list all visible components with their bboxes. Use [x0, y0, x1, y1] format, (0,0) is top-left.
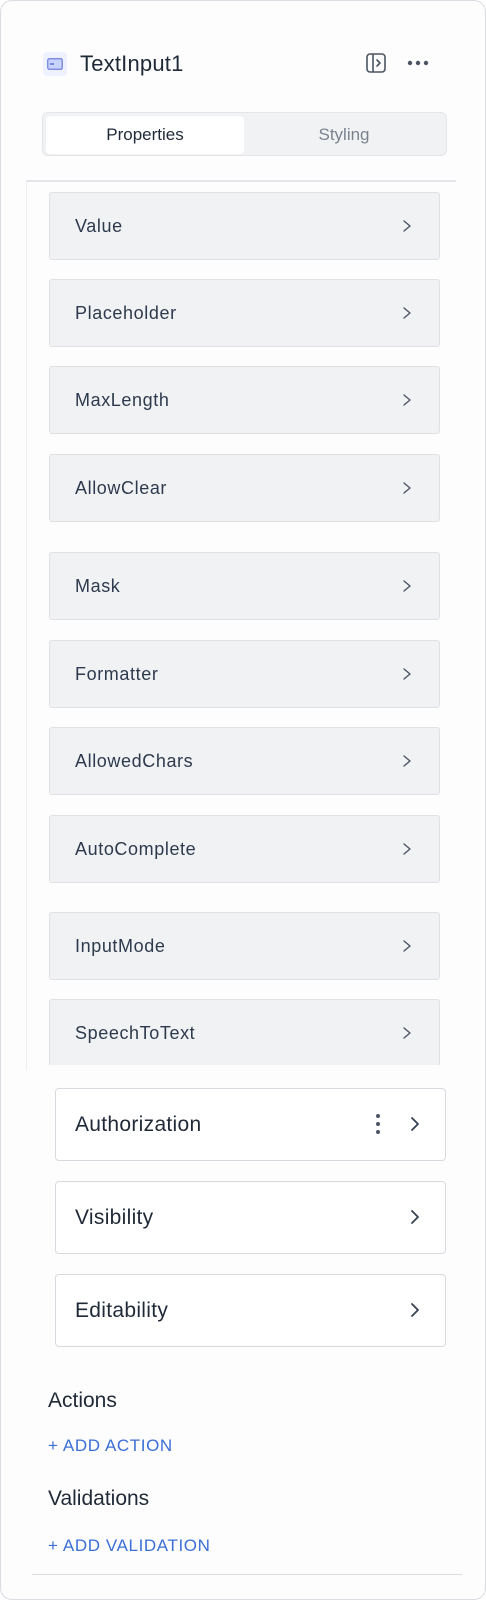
actions-title: Actions	[48, 1389, 117, 1412]
chevron-right-icon	[403, 755, 411, 767]
property-row-allowclear[interactable]: AllowClear	[49, 454, 440, 522]
card-label: Visibility	[75, 1206, 154, 1229]
property-row-allowedchars[interactable]: AllowedChars	[49, 727, 440, 795]
chevron-right-icon	[403, 1027, 411, 1039]
property-row-mask[interactable]: Mask	[49, 552, 440, 620]
chevron-right-icon	[411, 1303, 419, 1317]
property-label: Placeholder	[75, 303, 177, 323]
property-label: InputMode	[75, 936, 166, 956]
chevron-right-icon	[411, 1210, 419, 1224]
component-title: TextInput1	[80, 51, 184, 76]
validations-title: Validations	[48, 1487, 150, 1510]
properties-panel: TextInput1 Properties Styling Value Plac…	[0, 0, 486, 1600]
property-label: Value	[75, 216, 123, 236]
card-label: Editability	[75, 1299, 169, 1322]
chevron-right-icon	[403, 307, 411, 319]
panel-header: TextInput1	[41, 45, 441, 81]
chevron-right-icon	[403, 580, 411, 592]
more-vertical-icon[interactable]	[375, 1113, 381, 1135]
property-label: AutoComplete	[75, 839, 197, 859]
card-authorization[interactable]: Authorization	[55, 1088, 446, 1161]
property-row-placeholder[interactable]: Placeholder	[49, 279, 440, 347]
card-label: Authorization	[75, 1113, 202, 1136]
property-row-autocomplete[interactable]: AutoComplete	[49, 815, 440, 883]
text-input-component-icon	[43, 52, 67, 76]
property-row-formatter[interactable]: Formatter	[49, 640, 440, 708]
tab-styling[interactable]: Styling	[245, 116, 443, 154]
dock-panel-icon[interactable]	[363, 50, 389, 76]
property-label: AllowClear	[75, 478, 168, 498]
card-editability[interactable]: Editability	[55, 1274, 446, 1347]
tab-properties[interactable]: Properties	[46, 116, 244, 154]
property-row-maxlength[interactable]: MaxLength	[49, 366, 440, 434]
chevron-right-icon	[403, 843, 411, 855]
property-label: SpeechToText	[75, 1023, 196, 1043]
property-row-inputmode[interactable]: InputMode	[49, 912, 440, 980]
property-row-speechtotext[interactable]: SpeechToText	[49, 999, 440, 1065]
property-label: AllowedChars	[75, 751, 194, 771]
bottom-divider	[32, 1574, 462, 1575]
property-label: Mask	[75, 576, 121, 596]
panel-tabs: Properties Styling	[42, 112, 447, 156]
chevron-right-icon	[403, 668, 411, 680]
more-horizontal-icon[interactable]	[405, 50, 431, 76]
properties-list[interactable]: Value Placeholder MaxLength AllowClear M…	[27, 182, 456, 1065]
chevron-right-icon	[403, 220, 411, 232]
chevron-right-icon	[411, 1117, 419, 1131]
property-row-value[interactable]: Value	[49, 192, 440, 260]
property-label: MaxLength	[75, 390, 170, 410]
add-action-link[interactable]: + ADD ACTION	[48, 1436, 173, 1456]
chevron-right-icon	[403, 394, 411, 406]
property-label: Formatter	[75, 664, 159, 684]
chevron-right-icon	[403, 482, 411, 494]
chevron-right-icon	[403, 940, 411, 952]
add-validation-link[interactable]: + ADD VALIDATION	[48, 1536, 210, 1556]
card-visibility[interactable]: Visibility	[55, 1181, 446, 1254]
